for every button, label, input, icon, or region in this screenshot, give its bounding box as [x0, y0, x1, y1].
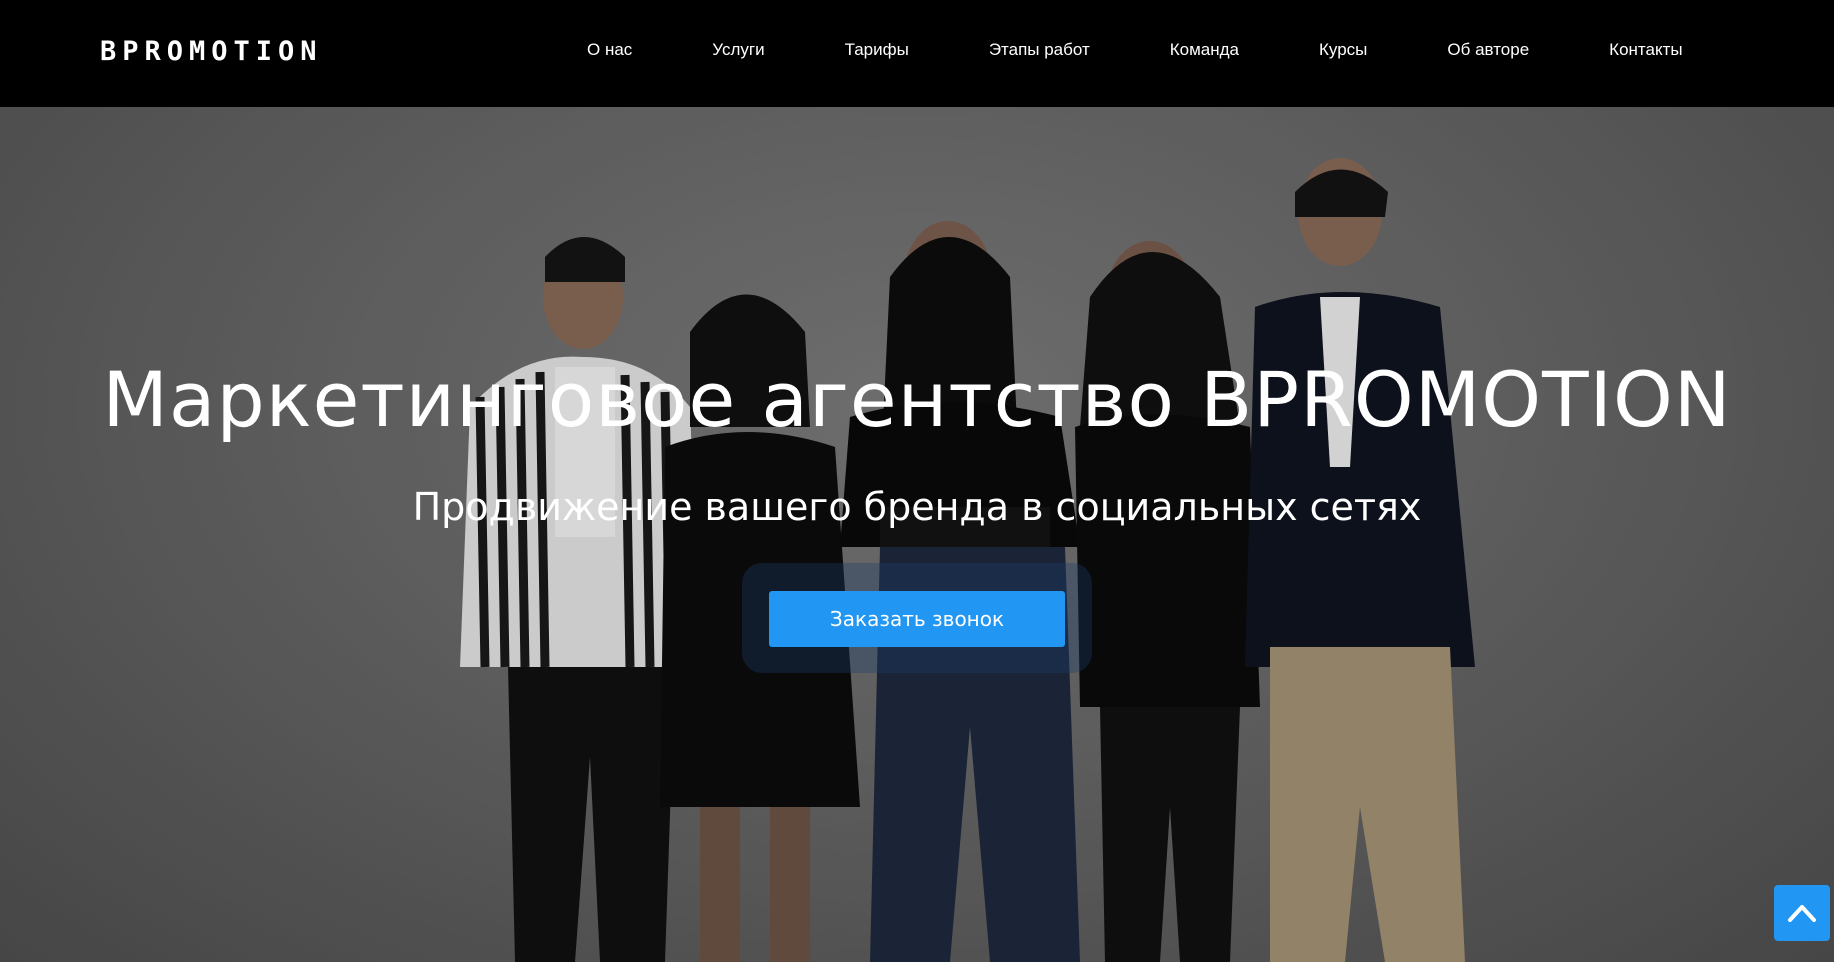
- logo[interactable]: BPROMOTION: [100, 36, 323, 67]
- site-header: BPROMOTION О нас Услуги Тарифы Этапы раб…: [0, 0, 1834, 107]
- nav-item-pricing[interactable]: Тарифы: [845, 40, 909, 60]
- order-call-button[interactable]: Заказать звонок: [769, 591, 1065, 647]
- nav-item-team[interactable]: Команда: [1170, 40, 1239, 60]
- hero-subtitle: Продвижение вашего бренда в социальных с…: [412, 485, 1422, 529]
- hero-overlay: [0, 107, 1834, 962]
- hero-title: Маркетинговое агентство BPROMOTION: [102, 355, 1732, 444]
- scroll-to-top-button[interactable]: [1774, 885, 1830, 941]
- nav-item-services[interactable]: Услуги: [712, 40, 764, 60]
- chevron-up-icon: [1788, 905, 1816, 922]
- nav-item-stages[interactable]: Этапы работ: [989, 40, 1090, 60]
- nav-item-author[interactable]: Об авторе: [1447, 40, 1529, 60]
- nav-item-contacts[interactable]: Контакты: [1609, 40, 1682, 60]
- hero-section: Маркетинговое агентство BPROMOTION Продв…: [0, 107, 1834, 962]
- nav-item-about[interactable]: О нас: [587, 40, 632, 60]
- main-nav: О нас Услуги Тарифы Этапы работ Команда …: [587, 40, 1683, 60]
- nav-item-courses[interactable]: Курсы: [1319, 40, 1367, 60]
